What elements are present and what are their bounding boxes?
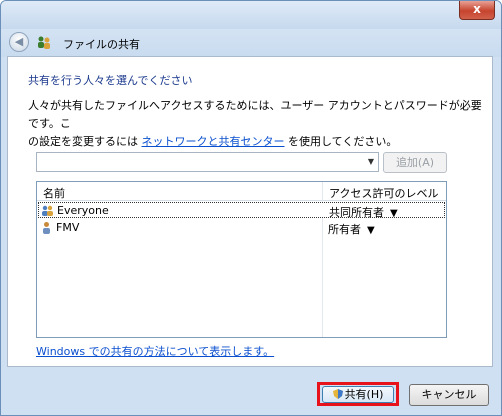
navigation-bar: ◀ ファイルの共有 — [1, 29, 501, 57]
share-button[interactable]: 共有(H) — [322, 386, 394, 403]
back-button[interactable]: ◀ — [9, 32, 29, 52]
chevron-down-icon[interactable]: ▼ — [368, 157, 374, 166]
group-icon — [42, 205, 53, 216]
permission-dropdown[interactable]: 共同所有者 ▼ — [329, 204, 398, 220]
close-button[interactable]: x — [459, 1, 495, 20]
permission-value: 所有者 — [328, 223, 361, 236]
chevron-down-icon: ▼ — [390, 208, 398, 219]
chevron-down-icon: ▼ — [367, 225, 375, 236]
list-item-everyone[interactable]: Everyone 共同所有者 ▼ — [38, 202, 445, 220]
list-item-fmv[interactable]: FMV 所有者 ▼ — [38, 220, 445, 236]
dialog-title: ファイルの共有 — [63, 38, 140, 51]
description-text: 人々が共有したファイルへアクセスするためには、ユーザー アカウントとパスワードが… — [28, 97, 482, 151]
page-heading: 共有を行う人々を選んでください — [28, 74, 193, 87]
sharing-users-icon — [38, 36, 50, 49]
shield-icon — [332, 389, 343, 399]
learn-sharing-link[interactable]: Windows での共有の方法について表示します。 — [36, 343, 274, 359]
cancel-button[interactable]: キャンセル — [409, 384, 489, 406]
list-item-name: Everyone — [57, 204, 109, 217]
permission-dropdown[interactable]: 所有者 ▼ — [328, 221, 375, 237]
column-header-name[interactable]: 名前 — [43, 185, 65, 201]
title-bar: x — [1, 1, 501, 29]
share-button-label: 共有(H) — [344, 388, 384, 401]
sharing-list: 名前 アクセス許可のレベル Everyone 共同所有者 ▼ FMV 所有者 ▼ — [36, 181, 447, 338]
permission-value: 共同所有者 — [329, 206, 384, 219]
list-header: 名前 アクセス許可のレベル — [37, 182, 446, 201]
description-line2-suffix: を使用してください。 — [284, 135, 398, 148]
list-item-name: FMV — [56, 221, 80, 234]
user-select-combobox[interactable]: ▼ — [36, 152, 379, 172]
network-sharing-center-link[interactable]: ネットワークと共有センター — [142, 135, 285, 148]
description-line2-prefix: の設定を変更するには — [28, 135, 142, 148]
add-button[interactable]: 追加(A) — [383, 152, 447, 173]
user-icon — [43, 222, 50, 234]
description-line1: 人々が共有したファイルへアクセスするためには、ユーザー アカウントとパスワードが… — [28, 99, 482, 130]
column-header-permission[interactable]: アクセス許可のレベル — [329, 185, 438, 201]
